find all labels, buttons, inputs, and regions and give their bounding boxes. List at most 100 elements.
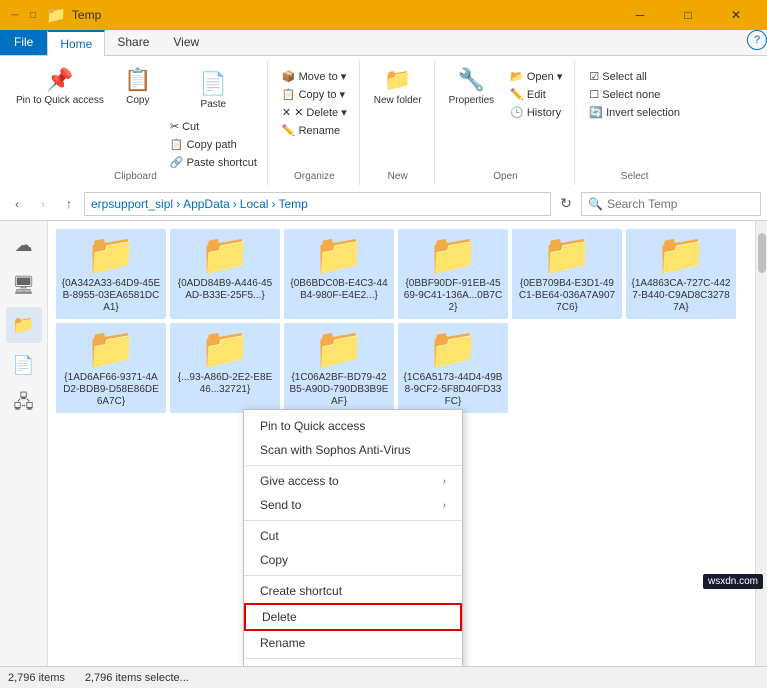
tab-view[interactable]: View xyxy=(161,30,211,55)
forward-button[interactable]: › xyxy=(32,193,54,215)
path-segment-local[interactable]: Local xyxy=(240,197,269,211)
list-item[interactable]: 📁 {0ADD84B9-A446-45AD-B33E-25F5...} xyxy=(170,229,280,319)
ctx-cut[interactable]: Cut xyxy=(244,524,462,548)
folder-name: {1C6A5173-44D4-49B8-9CF2-5F8D40FD33FC} xyxy=(403,372,503,408)
sidebar-item-folder[interactable]: 📁 xyxy=(6,307,42,343)
history-button[interactable]: 🕒 History xyxy=(504,104,568,121)
search-input[interactable] xyxy=(607,197,754,211)
open-group-items: 🔧 Properties 📂 Open ▾ ✏️ Edit 🕒 History xyxy=(443,60,569,171)
ctx-pin[interactable]: Pin to Quick access xyxy=(244,414,462,438)
sidebar-item-onedrive[interactable]: ☁ xyxy=(6,227,42,263)
edit-button[interactable]: ✏️ Edit xyxy=(504,86,568,103)
ctx-rename-label: Rename xyxy=(260,636,305,650)
move-to-button[interactable]: 📦 Move to ▾ xyxy=(276,68,353,85)
paste-shortcut-label: 🔗 Paste shortcut xyxy=(170,156,257,169)
cut-button[interactable]: ✂ Cut xyxy=(166,118,261,135)
ctx-copy[interactable]: Copy xyxy=(244,548,462,572)
select-all-icon: ☑ xyxy=(589,70,599,83)
new-group-items: 📁 New folder xyxy=(368,60,428,171)
folder-icon: 📁 xyxy=(86,329,136,369)
copy-to-button[interactable]: 📋 Copy to ▾ xyxy=(276,86,353,103)
ctx-rename[interactable]: Rename xyxy=(244,631,462,655)
list-item[interactable]: 📁 {0BBF90DF-91EB-4569-9C41-136A...0B7C2} xyxy=(398,229,508,319)
clipboard-group-label: Clipboard xyxy=(114,171,157,185)
path-segment-erpsupport[interactable]: erpsupport_sipl xyxy=(91,197,173,211)
invert-selection-button[interactable]: 🔄 Invert selection xyxy=(583,104,686,121)
new-group-label: New xyxy=(388,171,408,185)
history-label: History xyxy=(527,107,561,119)
title-bar-title: Temp xyxy=(72,8,611,22)
clipboard-sub-buttons: ✂ Cut 📋 Copy path 🔗 Paste shortcut xyxy=(166,114,261,171)
folder-name: {0EB709B4-E3D1-49C1-BE64-036A7A9077C6} xyxy=(517,278,617,314)
maximize-button[interactable]: □ xyxy=(665,0,711,30)
minimize-button[interactable]: ─ xyxy=(617,0,663,30)
refresh-button[interactable]: ↻ xyxy=(555,193,577,215)
scrollbar-right[interactable] xyxy=(755,221,767,666)
ctx-create-shortcut[interactable]: Create shortcut xyxy=(244,579,462,603)
delete-icon: ✕ xyxy=(282,106,291,119)
clipboard-group-items: 📌 Pin to Quick access 📋 Copy 📄 Paste ✂ C… xyxy=(10,60,261,171)
properties-button[interactable]: 🔧 Properties xyxy=(443,64,501,110)
list-item[interactable]: 📁 {1C6A5173-44D4-49B8-9CF2-5F8D40FD33FC} xyxy=(398,323,508,413)
delete-ribbon-button[interactable]: ✕ ✕ Delete ▾ xyxy=(276,104,353,121)
new-folder-button[interactable]: 📁 New folder xyxy=(368,64,428,110)
list-item[interactable]: 📁 {...93-A86D-2E2-E8E46...32721} xyxy=(170,323,280,413)
paste-section: 📄 Paste ✂ Cut 📋 Copy path 🔗 Paste shortc… xyxy=(166,64,261,171)
copy-path-button[interactable]: 📋 Copy path xyxy=(166,136,261,153)
list-item[interactable]: 📁 {1A4863CA-727C-4427-B440-C9AD8C32787A} xyxy=(626,229,736,319)
ctx-give-access-label: Give access to xyxy=(260,474,339,488)
tab-home[interactable]: Home xyxy=(47,30,105,56)
up-button[interactable]: ↑ xyxy=(58,193,80,215)
ctx-sep-4 xyxy=(244,658,462,659)
paste-button[interactable]: 📄 Paste xyxy=(189,68,237,114)
sidebar-item-network[interactable]: 🖧 xyxy=(6,387,42,423)
open-button[interactable]: 📂 Open ▾ xyxy=(504,68,568,85)
ctx-give-access[interactable]: Give access to › xyxy=(244,469,462,493)
list-item[interactable]: 📁 {0B6BDC0B-E4C3-44B4-980F-E4E2...} xyxy=(284,229,394,319)
select-none-button[interactable]: ☐ Select none xyxy=(583,86,686,103)
ribbon-tabs: File Home Share View ? xyxy=(0,30,767,56)
copy-path-label: 📋 Copy path xyxy=(170,138,237,151)
ctx-send-to[interactable]: Send to › xyxy=(244,493,462,517)
list-item[interactable]: 📁 {1AD6AF66-9371-4AD2-BDB9-D58E86DE6A7C} xyxy=(56,323,166,413)
ctx-scan[interactable]: Scan with Sophos Anti-Virus xyxy=(244,438,462,462)
pin-quick-access-button[interactable]: 📌 Pin to Quick access xyxy=(10,64,110,110)
copy-button[interactable]: 📋 Copy xyxy=(114,64,162,110)
help-button[interactable]: ? xyxy=(747,30,767,50)
search-icon: 🔍 xyxy=(588,197,603,211)
scrollbar-thumb[interactable] xyxy=(758,233,766,273)
context-menu: Pin to Quick access Scan with Sophos Ant… xyxy=(243,409,463,666)
path-segment-temp[interactable]: Temp xyxy=(278,197,307,211)
delete-label: ✕ Delete ▾ xyxy=(294,106,347,119)
rename-label: Rename xyxy=(299,125,341,137)
sidebar-item-desktop[interactable]: 🖥 xyxy=(6,267,42,303)
search-box: 🔍 xyxy=(581,192,761,216)
file-area: 📁 {0A342A33-64D9-45EB-8955-03EA6581DCA1}… xyxy=(48,221,755,666)
path-segment-appdata[interactable]: AppData xyxy=(183,197,230,211)
list-item[interactable]: 📁 {0EB709B4-E3D1-49C1-BE64-036A7A9077C6} xyxy=(512,229,622,319)
ctx-delete[interactable]: Delete xyxy=(244,603,462,631)
back-button[interactable]: ‹ xyxy=(6,193,28,215)
invert-label: Invert selection xyxy=(606,107,680,119)
ctx-sep-2 xyxy=(244,520,462,521)
title-bar-maximize-icon: □ xyxy=(26,8,40,22)
sidebar-item-documents[interactable]: 📄 xyxy=(6,347,42,383)
ctx-properties[interactable]: Properties xyxy=(244,662,462,666)
ctx-scan-label: Scan with Sophos Anti-Virus xyxy=(260,443,411,457)
organize-group: 📦 Move to ▾ 📋 Copy to ▾ ✕ ✕ Delete ▾ ✏️ … xyxy=(270,60,360,185)
rename-button[interactable]: ✏️ Rename xyxy=(276,122,353,139)
folder-name: {0A342A33-64D9-45EB-8955-03EA6581DCA1} xyxy=(61,278,161,314)
address-path[interactable]: erpsupport_sipl › AppData › Local › Temp xyxy=(84,192,551,216)
close-button[interactable]: ✕ xyxy=(713,0,759,30)
ctx-create-shortcut-label: Create shortcut xyxy=(260,584,342,598)
list-item[interactable]: 📁 {0A342A33-64D9-45EB-8955-03EA6581DCA1} xyxy=(56,229,166,319)
select-all-button[interactable]: ☑ Select all xyxy=(583,68,686,85)
sidebar: ☁ 🖥 📁 📄 🖧 xyxy=(0,221,48,666)
status-bar: 2,796 items 2,796 items selecte... xyxy=(0,666,767,688)
tab-share[interactable]: Share xyxy=(105,30,161,55)
list-item[interactable]: 📁 {1C06A2BF-BD79-42B5-A90D-790DB3B9EAF} xyxy=(284,323,394,413)
tab-file[interactable]: File xyxy=(0,30,47,55)
organize-buttons: 📦 Move to ▾ 📋 Copy to ▾ ✕ ✕ Delete ▾ ✏️ … xyxy=(276,64,353,139)
select-none-icon: ☐ xyxy=(589,88,599,101)
paste-shortcut-button[interactable]: 🔗 Paste shortcut xyxy=(166,154,261,171)
